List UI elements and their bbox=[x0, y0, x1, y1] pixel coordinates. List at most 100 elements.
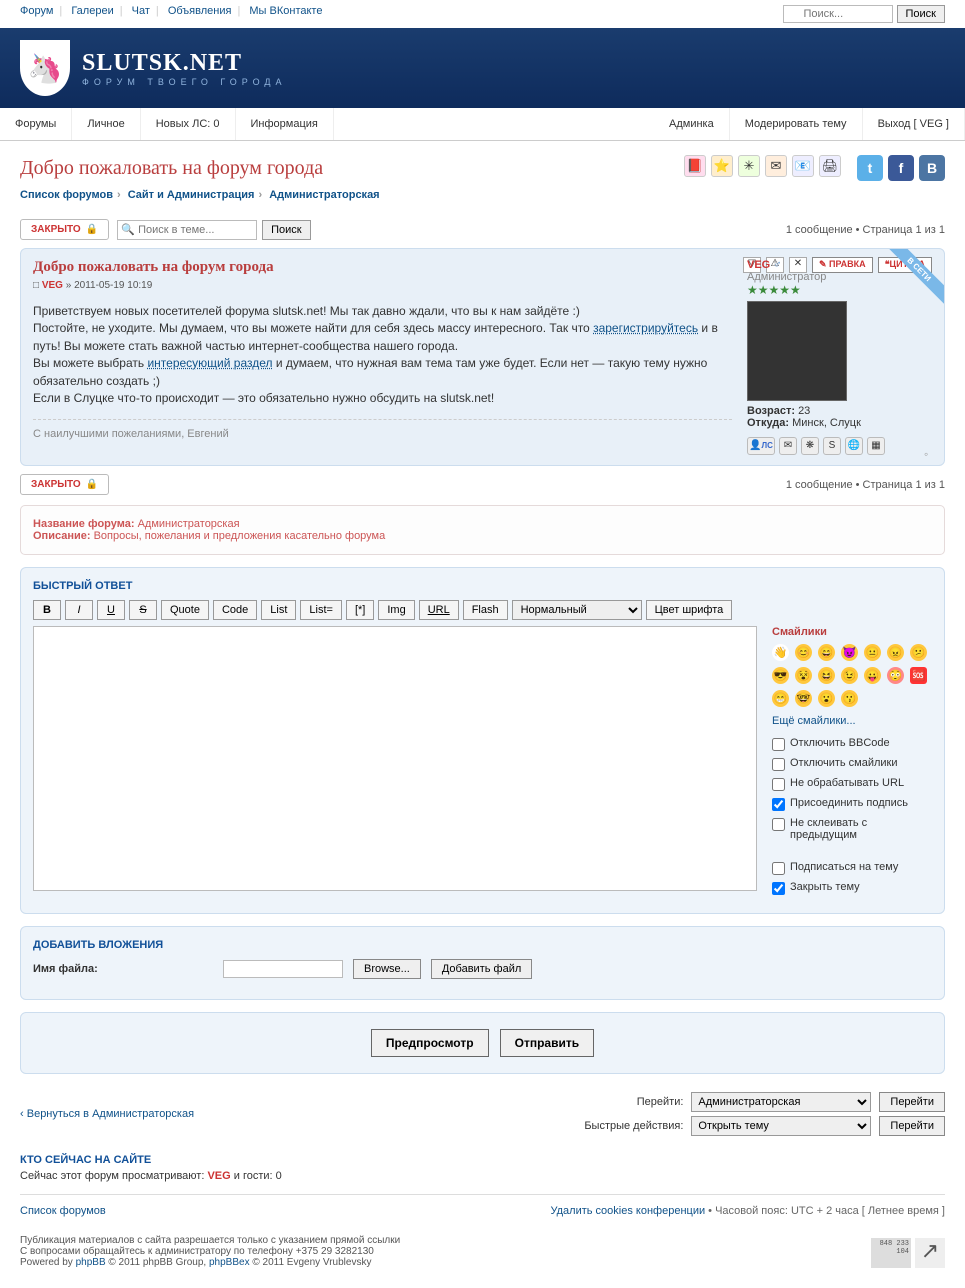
star-icon[interactable]: ⭐ bbox=[711, 155, 733, 177]
jump-button[interactable]: Перейти bbox=[879, 1092, 945, 1112]
nav-moderate[interactable]: Модерировать тему bbox=[730, 108, 863, 140]
bc-forum[interactable]: Администраторская bbox=[269, 189, 379, 201]
twitter-icon[interactable]: t bbox=[857, 155, 883, 181]
font-color-button[interactable]: Цвет шрифта bbox=[646, 600, 733, 620]
return-link[interactable]: Вернуться в Администраторская bbox=[27, 1108, 194, 1120]
register-link[interactable]: зарегистрируйтесь bbox=[593, 321, 698, 335]
smiley[interactable]: 😆 bbox=[818, 667, 835, 684]
smiley[interactable]: 😄 bbox=[818, 644, 835, 661]
nav-personal[interactable]: Личное bbox=[72, 108, 140, 140]
topbar-ads[interactable]: Объявления bbox=[168, 5, 232, 17]
chk-lock[interactable]: Закрыть тему bbox=[772, 881, 932, 895]
locked-button-bottom[interactable]: ЗАКРЫТО 🔒 bbox=[20, 474, 109, 495]
topic-search-button[interactable]: Поиск bbox=[262, 220, 310, 240]
email-icon[interactable]: ✉ bbox=[779, 437, 797, 455]
font-size-select[interactable]: Нормальный bbox=[512, 600, 642, 620]
reply-textarea[interactable] bbox=[33, 626, 757, 891]
bb-quote[interactable]: Quote bbox=[161, 600, 209, 620]
bb-url[interactable]: URL bbox=[419, 600, 459, 620]
smiley[interactable]: 😈 bbox=[841, 644, 858, 661]
smiley[interactable]: 😊 bbox=[795, 644, 812, 661]
locked-button[interactable]: ЗАКРЫТО 🔒 bbox=[20, 219, 109, 240]
smiley[interactable]: 😉 bbox=[841, 667, 858, 684]
search-button[interactable]: Поиск bbox=[897, 5, 945, 23]
quick-select[interactable]: Открыть тему bbox=[691, 1116, 871, 1136]
mail-icon[interactable]: 📧 bbox=[792, 155, 814, 177]
smiley[interactable]: 😐 bbox=[864, 644, 881, 661]
post-content: Приветствуем новых посетителей форума sl… bbox=[33, 303, 732, 407]
submit-button[interactable]: Отправить bbox=[500, 1029, 594, 1057]
facebook-icon[interactable]: f bbox=[888, 155, 914, 181]
bc-section[interactable]: Сайт и Администрация bbox=[128, 189, 255, 201]
feed-icon[interactable]: 📕 bbox=[684, 155, 706, 177]
chk-smileys[interactable]: Отключить смайлики bbox=[772, 757, 932, 771]
online-user[interactable]: VEG bbox=[207, 1170, 230, 1182]
goto-top-icon[interactable]: ◦ bbox=[924, 447, 936, 459]
www-icon[interactable]: 🌐 bbox=[845, 437, 863, 455]
gallery-icon[interactable]: ▦ bbox=[867, 437, 885, 455]
topic-search-input[interactable] bbox=[117, 220, 257, 240]
smiley[interactable]: 😠 bbox=[887, 644, 904, 661]
add-file-button[interactable]: Добавить файл bbox=[431, 959, 532, 979]
topbar-forum[interactable]: Форум bbox=[20, 5, 53, 17]
bb-flash[interactable]: Flash bbox=[463, 600, 508, 620]
chk-merge[interactable]: Не склеивать с предыдущим bbox=[772, 817, 932, 841]
stats-icon[interactable]: ↗ bbox=[915, 1238, 945, 1268]
smiley[interactable]: 👋 bbox=[772, 644, 789, 661]
smiley[interactable]: 😵 bbox=[795, 667, 812, 684]
bb-olist[interactable]: List= bbox=[300, 600, 342, 620]
pm-icon[interactable]: 👤ЛС bbox=[747, 437, 775, 455]
topbar-chat[interactable]: Чат bbox=[132, 5, 150, 17]
bc-index[interactable]: Список форумов bbox=[20, 189, 113, 201]
sections-link[interactable]: интересующий раздел bbox=[147, 356, 272, 370]
nav-logout[interactable]: Выход [ VEG ] bbox=[863, 108, 965, 140]
bb-list[interactable]: List bbox=[261, 600, 296, 620]
jump-select[interactable]: Администраторская bbox=[691, 1092, 871, 1112]
phpbb-link[interactable]: phpBB bbox=[76, 1257, 106, 1268]
chk-sig[interactable]: Присоединить подпись bbox=[772, 797, 932, 811]
gear-icon[interactable]: ✳ bbox=[738, 155, 760, 177]
smiley[interactable]: 😳 bbox=[887, 667, 904, 684]
smiley[interactable]: 😁 bbox=[772, 690, 789, 707]
topbar-vk[interactable]: Мы ВКонтакте bbox=[249, 5, 322, 17]
nav-admin[interactable]: Админка bbox=[654, 108, 730, 140]
file-input[interactable] bbox=[223, 960, 343, 978]
bb-code[interactable]: Code bbox=[213, 600, 257, 620]
more-smileys-link[interactable]: Ещё смайлики... bbox=[772, 715, 856, 727]
icq-icon[interactable]: ❋ bbox=[801, 437, 819, 455]
smiley[interactable]: 🆘 bbox=[910, 667, 927, 684]
preview-button[interactable]: Предпросмотр bbox=[371, 1029, 489, 1057]
footer-index[interactable]: Список форумов bbox=[20, 1205, 106, 1217]
post-author[interactable]: VEG bbox=[42, 280, 63, 291]
smiley[interactable]: 😎 bbox=[772, 667, 789, 684]
nav-forums[interactable]: Форумы bbox=[0, 108, 72, 140]
skype-icon[interactable]: S bbox=[823, 437, 841, 455]
smiley[interactable]: 😕 bbox=[910, 644, 927, 661]
bb-bold[interactable]: B bbox=[33, 600, 61, 620]
quick-button[interactable]: Перейти bbox=[879, 1116, 945, 1136]
send-icon[interactable]: ✉ bbox=[765, 155, 787, 177]
chk-url[interactable]: Не обрабатывать URL bbox=[772, 777, 932, 791]
delete-cookies[interactable]: Удалить cookies конференции bbox=[551, 1205, 706, 1217]
nav-info[interactable]: Информация bbox=[236, 108, 334, 140]
phpbbex-link[interactable]: phpBBex bbox=[209, 1257, 250, 1268]
nav-pm[interactable]: Новых ЛС: 0 bbox=[141, 108, 236, 140]
smiley[interactable]: 😗 bbox=[841, 690, 858, 707]
search-input[interactable] bbox=[783, 5, 893, 23]
bb-strike[interactable]: S bbox=[129, 600, 157, 620]
vk-icon[interactable]: B bbox=[919, 155, 945, 181]
smiley[interactable]: 😛 bbox=[864, 667, 881, 684]
bb-underline[interactable]: U bbox=[97, 600, 125, 620]
chk-bbcode[interactable]: Отключить BBCode bbox=[772, 737, 932, 751]
post-title[interactable]: Добро пожаловать на форум города bbox=[33, 259, 732, 276]
profile-username[interactable]: VEG bbox=[747, 259, 770, 271]
chk-subscribe[interactable]: Подписаться на тему bbox=[772, 861, 932, 875]
smiley[interactable]: 😮 bbox=[818, 690, 835, 707]
browse-button[interactable]: Browse... bbox=[353, 959, 421, 979]
bb-item[interactable]: [*] bbox=[346, 600, 374, 620]
print-icon[interactable]: 🖨 bbox=[819, 155, 841, 177]
topbar-galleries[interactable]: Галереи bbox=[71, 5, 113, 17]
smiley[interactable]: 🤓 bbox=[795, 690, 812, 707]
bb-italic[interactable]: I bbox=[65, 600, 93, 620]
bb-img[interactable]: Img bbox=[378, 600, 414, 620]
